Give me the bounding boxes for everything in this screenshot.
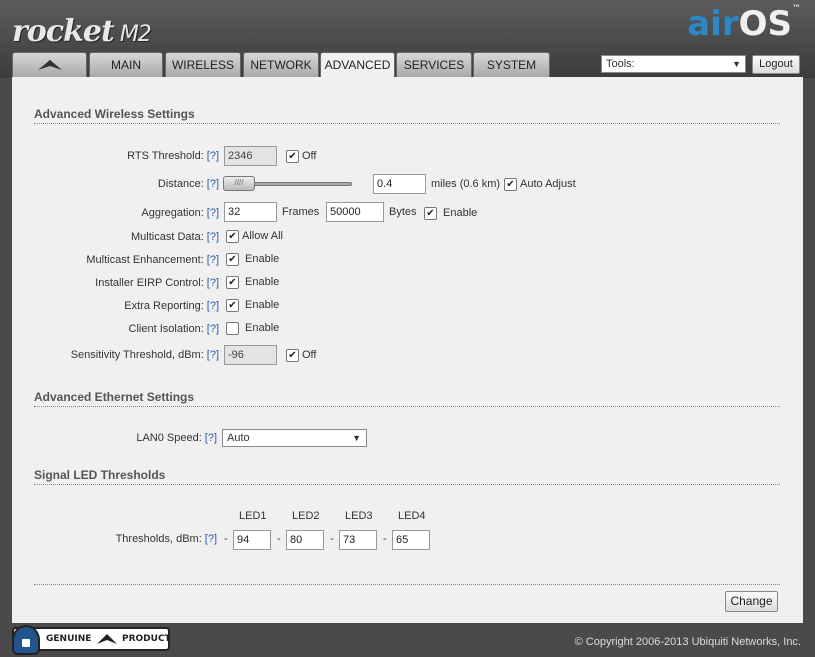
rts-threshold-label: RTS Threshold: [?] <box>127 150 219 162</box>
dash-separator: - <box>277 533 281 545</box>
installer-eirp-checkbox[interactable] <box>226 276 239 289</box>
header-bar: rocket M2 airOS™ MAIN WIRELESS NETWORK AD… <box>0 0 815 78</box>
ubiquiti-logo-icon <box>37 60 62 70</box>
rts-help-link[interactable]: [?] <box>207 150 219 162</box>
installer-eirp-label: Installer EIRP Control: [?] <box>95 277 219 289</box>
dash-separator: - <box>224 533 228 545</box>
sensitivity-help-link[interactable]: [?] <box>207 349 219 361</box>
badge-product-text: PRODUCT <box>122 634 171 644</box>
distance-label: Distance: [?] <box>157 178 219 190</box>
distance-unit-text: miles (0.6 km) <box>431 178 501 190</box>
auto-adjust-checkbox[interactable] <box>504 178 517 191</box>
change-button[interactable]: Change <box>725 591 778 612</box>
rts-threshold-input[interactable]: 2346 <box>224 146 277 166</box>
thresholds-label: Thresholds, dBm: [?] <box>115 533 217 545</box>
logout-button[interactable]: Logout <box>752 55 800 74</box>
led3-label: LED3 <box>345 510 373 522</box>
bytes-label: Bytes <box>389 206 417 218</box>
aggregation-help-link[interactable]: [?] <box>207 207 219 219</box>
client-isolation-label: Client Isolation: [?] <box>128 323 219 335</box>
extra-reporting-checkbox[interactable] <box>226 299 239 312</box>
tools-select[interactable]: Tools: ▼ <box>601 55 746 73</box>
tab-advanced[interactable]: ADVANCED <box>320 52 395 78</box>
ethernet-section-title: Advanced Ethernet Settings <box>34 390 780 407</box>
led4-threshold-input[interactable]: 65 <box>392 530 430 550</box>
frames-label: Frames <box>282 206 320 218</box>
sensitivity-off-label: Off <box>302 349 317 361</box>
tools-select-value: Tools: <box>606 58 635 70</box>
tab-main[interactable]: MAIN <box>89 52 163 77</box>
tab-ubiquiti-logo[interactable] <box>12 52 87 77</box>
auto-adjust-label: Auto Adjust <box>520 178 576 190</box>
distance-help-link[interactable]: [?] <box>207 178 219 190</box>
thresholds-help-link[interactable]: [?] <box>205 533 217 545</box>
aggregation-label: Aggregation: [?] <box>141 207 219 219</box>
badge-genuine-text: GENUINE <box>46 634 92 644</box>
installer-eirp-enable-label: Enable <box>245 276 280 288</box>
dash-separator: - <box>330 533 334 545</box>
tab-wireless[interactable]: WIRELESS <box>165 52 241 77</box>
multicast-enhancement-label: Multicast Enhancement: [?] <box>86 254 219 266</box>
led-section-title: Signal LED Thresholds <box>34 468 780 485</box>
sensitivity-off-checkbox[interactable] <box>286 349 299 362</box>
tab-system[interactable]: SYSTEM <box>473 52 550 77</box>
wireless-section-title: Advanced Wireless Settings <box>34 107 780 124</box>
lan0-speed-select[interactable]: Auto ▼ <box>222 429 367 447</box>
aggregation-bytes-input[interactable]: 50000 <box>326 202 384 222</box>
distance-slider-handle[interactable]: //// <box>223 176 255 191</box>
aggregation-enable-label: Enable <box>443 207 478 219</box>
extra-reporting-help-link[interactable]: [?] <box>207 300 219 312</box>
dropdown-arrow-icon: ▼ <box>732 59 741 69</box>
ubiquiti-logo-icon <box>97 634 117 644</box>
multicast-enhancement-checkbox[interactable] <box>226 253 239 266</box>
multicast-allow-all-label: Allow All <box>242 230 283 242</box>
extra-reporting-label: Extra Reporting: [?] <box>124 300 219 312</box>
lock-icon <box>12 625 40 655</box>
lan0-speed-label: LAN0 Speed: [?] <box>136 432 217 444</box>
eirp-help-link[interactable]: [?] <box>207 277 219 289</box>
multicast-enhancement-enable-label: Enable <box>245 253 280 265</box>
client-isolation-checkbox[interactable] <box>226 322 239 335</box>
extra-reporting-enable-label: Enable <box>245 299 280 311</box>
rts-off-checkbox[interactable] <box>286 150 299 163</box>
multicast-enhancement-help-link[interactable]: [?] <box>207 254 219 266</box>
dropdown-arrow-icon: ▼ <box>352 433 361 443</box>
lan0-help-link[interactable]: [?] <box>205 432 217 444</box>
led4-label: LED4 <box>398 510 426 522</box>
genuine-product-badge: GENUINE PRODUCT <box>12 625 171 655</box>
aggregation-frames-input[interactable]: 32 <box>224 202 277 222</box>
sensitivity-threshold-input[interactable]: -96 <box>224 345 277 365</box>
dash-separator: - <box>383 533 387 545</box>
sensitivity-threshold-label: Sensitivity Threshold, dBm: [?] <box>70 349 219 361</box>
led2-label: LED2 <box>292 510 320 522</box>
led2-threshold-input[interactable]: 80 <box>286 530 324 550</box>
copyright-text: © Copyright 2006-2013 Ubiquiti Networks,… <box>574 636 801 648</box>
client-isolation-enable-label: Enable <box>245 322 280 334</box>
bottom-divider <box>34 584 780 585</box>
airos-logo: airOS™ <box>687 4 801 44</box>
settings-panel: Advanced Wireless Settings RTS Threshold… <box>12 77 803 623</box>
led1-label: LED1 <box>239 510 267 522</box>
lan0-speed-value: Auto <box>227 432 250 444</box>
led3-threshold-input[interactable]: 73 <box>339 530 377 550</box>
multicast-data-label: Multicast Data: [?] <box>131 231 219 243</box>
tab-services[interactable]: SERVICES <box>396 52 472 77</box>
multicast-help-link[interactable]: [?] <box>207 231 219 243</box>
aggregation-enable-checkbox[interactable] <box>424 207 437 220</box>
client-isolation-help-link[interactable]: [?] <box>207 323 219 335</box>
rts-off-label: Off <box>302 150 317 162</box>
tab-network[interactable]: NETWORK <box>243 52 319 77</box>
led1-threshold-input[interactable]: 94 <box>233 530 271 550</box>
multicast-allow-all-checkbox[interactable] <box>226 230 239 243</box>
rocket-m2-logo: rocket M2 <box>12 14 152 49</box>
distance-input[interactable]: 0.4 <box>373 174 426 194</box>
